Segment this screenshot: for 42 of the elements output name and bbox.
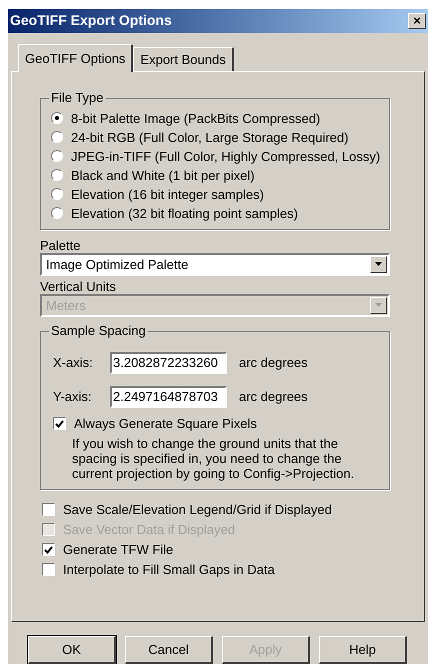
radio-label: 8-bit Palette Image (PackBits Compressed) bbox=[71, 110, 320, 128]
checkbox[interactable] bbox=[42, 503, 55, 516]
radio-label: JPEG-in-TIFF (Full Color, Highly Compressed, Lossy) bbox=[71, 148, 380, 166]
info-text: If you wish to change the ground units that the spacing is specified in, you need to change the current projection by going to Config->Projection. bbox=[71, 436, 356, 481]
field-label: Palette bbox=[40, 236, 82, 253]
checkbox-label: Interpolate to Fill Small Gaps in Data bbox=[63, 561, 275, 580]
axis-label: X-axis: bbox=[53, 354, 94, 372]
unit-label: arc degrees bbox=[239, 354, 308, 372]
radio-button[interactable] bbox=[51, 169, 63, 182]
dropdown-value: Image Optimized Palette bbox=[46, 256, 188, 274]
checkbox-label: Save Scale/Elevation Legend/Grid if Displayed bbox=[63, 501, 332, 520]
group-title: File Type bbox=[49, 90, 106, 106]
check-icon bbox=[44, 546, 53, 554]
axis-label: Y-axis: bbox=[53, 388, 93, 406]
group-title: Sample Spacing bbox=[49, 322, 148, 339]
window-title: GeoTIFF Export Options bbox=[10, 11, 172, 30]
dialog-button[interactable]: OK bbox=[28, 636, 116, 664]
radio-button[interactable] bbox=[51, 150, 63, 162]
radio-label: Black and White (1 bit per pixel) bbox=[71, 166, 255, 185]
field-label: Vertical Units bbox=[40, 278, 117, 294]
input-field[interactable]: 2.2497164878703 bbox=[110, 386, 227, 408]
dropdown[interactable]: Image Optimized Palette bbox=[40, 252, 390, 276]
input-field[interactable]: 3.2082872233260 bbox=[110, 352, 227, 374]
radio-button[interactable] bbox=[51, 188, 63, 200]
unit-label: arc degrees bbox=[239, 388, 308, 406]
dialog-button[interactable]: Help bbox=[319, 636, 407, 664]
checkbox-label: Always Generate Square Pixels bbox=[74, 415, 257, 434]
check-icon bbox=[55, 420, 64, 428]
checkbox[interactable] bbox=[42, 563, 55, 576]
radio-label: Elevation (32 bit floating point samples) bbox=[71, 204, 298, 223]
checkbox[interactable] bbox=[42, 543, 55, 556]
checkbox[interactable] bbox=[53, 417, 66, 430]
radio-label: Elevation (16 bit integer samples) bbox=[71, 186, 264, 204]
radio-button[interactable] bbox=[51, 112, 63, 124]
close-button[interactable]: × bbox=[408, 12, 426, 29]
tab[interactable]: Export Bounds bbox=[133, 46, 234, 71]
radio-label: 24-bit RGB (Full Color, Large Storage Required) bbox=[71, 128, 348, 147]
radio-button[interactable] bbox=[51, 207, 63, 220]
tab[interactable]: GeoTIFF Options bbox=[18, 44, 134, 72]
radio-button[interactable] bbox=[51, 131, 63, 144]
checkbox-label: Generate TFW File bbox=[63, 541, 174, 560]
dialog-button[interactable]: Cancel bbox=[125, 636, 213, 664]
